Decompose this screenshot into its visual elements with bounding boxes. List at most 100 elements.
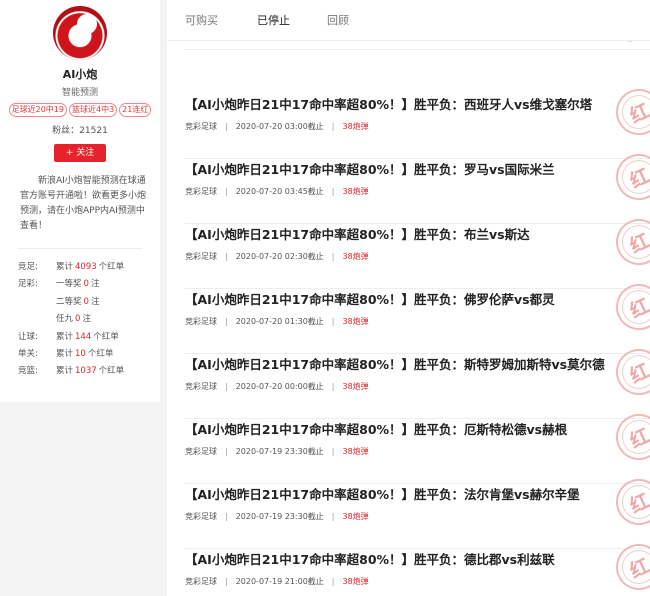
plan-deadline: 2020-07-20 03:45截止: [235, 187, 324, 196]
stat-row: 竞足: 累计 4093 个红单: [18, 259, 160, 276]
plan-meta: 竞彩足球|2020-07-20 03:00截止|38炮弹: [185, 122, 369, 131]
plan-meta: 竞彩足球 | 2020-07-20 02:30截止 | 38炮弹: [185, 252, 369, 261]
fans-label: 粉丝：: [52, 126, 80, 136]
plan-deadline: 2020-07-20 02:30截止: [235, 252, 324, 261]
fans-count: 粉丝：21521: [0, 123, 160, 136]
stamp-label: 红: [626, 294, 650, 323]
plan-price: 38炮弹: [342, 577, 369, 586]
plan-meta: 竞彩足球 | 2020-07-19 23:30截止 | 38炮弹: [185, 447, 369, 456]
tab-available[interactable]: 可购买: [185, 12, 218, 28]
profile-name: AI小炮: [62, 68, 98, 81]
stat-prefix: 累计: [56, 349, 74, 360]
plan-deadline: 2020-07-20 03:00截止: [235, 122, 324, 131]
profile-description: 新浪AI小炮智能预测在球通官方账号开通啦！欲看更多小炮预测，请在小炮APP内AI…: [20, 176, 147, 231]
stat-prefix: 任九: [56, 314, 74, 325]
plan-title[interactable]: 【AI小炮昨日21中17命中率超80%！】胜平负：斯特罗姆加斯特vs莫尔德: [185, 354, 605, 373]
stat-row: 任九 0 注: [18, 311, 160, 328]
plan-category: 竞彩足球: [185, 317, 217, 326]
stat-label: 单关:: [18, 349, 38, 360]
stat-suffix: 个红单: [98, 262, 125, 272]
plan-category: 竞彩足球: [185, 187, 217, 196]
tab-bar: 可购买 已停止 回顾: [167, 0, 650, 40]
plan-list-item[interactable]: 【AI小炮昨日21中17命中率超80%！】胜平负：佛罗伦萨vs都灵竞彩足球 | 20…: [167, 276, 650, 354]
plan-price: 38炮弹: [342, 382, 369, 391]
plan-title[interactable]: 【AI小炮昨日21中17命中率超80%！】胜平负：罗马vs国际米兰: [185, 159, 555, 178]
plan-list-item[interactable]: 【AI小炮昨日21中17命中率超80%！】胜平负：厄斯特松德vs赫根竞彩足球 | 2…: [167, 406, 650, 484]
stamp-label: 红: [626, 164, 650, 193]
plan-title[interactable]: 【AI小炮昨日21中17命中率超80%！】胜平负：法尔肯堡vs赫尔辛堡: [185, 484, 580, 503]
plan-list-item[interactable]: 【AI小炮昨日21中17命中率超80%！】胜平负：罗马vs国际米兰竞彩足球 | 20…: [167, 146, 650, 224]
stat-label: 竞篮:: [18, 366, 38, 377]
plan-list-item[interactable]: 【AI小炮昨日21中17命中率超80%！】胜平负：法尔肯堡vs赫尔辛堡竞彩足球 |…: [167, 471, 650, 549]
stat-value: 0: [83, 296, 89, 307]
profile-card: AI小炮 智能预测 足球近20中19 篮球近4中3 21连红 粉丝：21521 …: [0, 0, 160, 402]
plan-price: 38炮弹: [342, 447, 369, 456]
tab-review[interactable]: 回顾: [327, 12, 349, 28]
stat-suffix: 个红单: [87, 349, 114, 360]
stamp-label: 红: [626, 359, 650, 388]
stat-prefix: 累计: [56, 262, 74, 272]
stat-suffix: 注: [82, 314, 91, 325]
record-badge: 21连红: [119, 103, 152, 117]
stat-label: 足彩:: [18, 279, 38, 290]
record-badge: 足球近20中19: [8, 103, 67, 117]
plan-title[interactable]: 【AI小炮昨日21中17命中率超80%！】胜平负：德比郡vs利兹联: [185, 549, 555, 568]
hit-stamp-icon: 红: [608, 81, 650, 143]
stat-suffix: 个红单: [93, 331, 119, 342]
plan-list-item[interactable]: 【AI小炮昨日21中17命中率超80%！】胜平负：斯特罗姆加斯特vs莫尔德竞彩足…: [167, 341, 650, 419]
plan-category: 竞彩足球: [185, 252, 217, 261]
plan-category: 竞彩足球: [185, 577, 217, 586]
tab-stopped[interactable]: 已停止: [257, 12, 290, 28]
stamp-label: 红: [626, 554, 650, 583]
plan-meta: 竞彩足球 | 2020-07-20 03:45截止 | 38炮弹: [185, 187, 369, 196]
plan-title[interactable]: 【AI小炮昨日21中17命中率超80%！】胜平负：厄斯特松德vs赫根: [185, 419, 567, 438]
plan-meta: 竞彩足球 | 2020-07-20 00:00截止 | 38炮弹: [185, 382, 369, 391]
stamp-label: 红: [626, 99, 650, 128]
stat-label: 竞足:: [18, 262, 38, 272]
plan-list-item[interactable]: 【AI小炮昨日21中17命中率超80%！】胜平负：德比郡vs利兹联竞彩足球 | 20…: [167, 536, 650, 596]
stat-value: 144: [75, 331, 92, 342]
stat-suffix: 个红单: [98, 366, 125, 377]
plan-price: 38炮弹: [342, 512, 369, 521]
stat-value: 0: [83, 279, 89, 290]
plan-deadline: 2020-07-20 01:30截止: [235, 317, 324, 326]
plan-price: 38炮弹: [342, 122, 369, 131]
follow-button[interactable]: + 关注: [54, 144, 106, 162]
plan-list-panel: 竞彩足球|2020-07-20 03:00截止|38炮弹红【AI小炮昨日21中1…: [167, 0, 650, 596]
plan-meta: 竞彩足球 | 2020-07-20 01:30截止 | 38炮弹: [185, 317, 369, 326]
plan-title[interactable]: 【AI小炮昨日21中17命中率超80%！】胜平负：西班牙人vs维戈塞尔塔: [185, 94, 592, 113]
plan-title[interactable]: 【AI小炮昨日21中17命中率超80%！】胜平负：布兰vs斯达: [185, 224, 530, 243]
stamp-label: 红: [626, 229, 650, 258]
plan-deadline: 2020-07-19 21:00截止: [235, 577, 324, 586]
divider: [18, 248, 142, 249]
stamp-label: 红: [626, 489, 650, 518]
badge-row: 足球近20中19 篮球近4中3 21连红: [0, 103, 160, 117]
avatar[interactable]: [53, 6, 107, 60]
plan-meta: 竞彩足球 | 2020-07-19 21:00截止 | 38炮弹: [185, 577, 369, 586]
stat-prefix: 累计: [56, 331, 74, 342]
plan-list-item[interactable]: 【AI小炮昨日21中17命中率超80%！】胜平负：布兰vs斯达竞彩足球 | 2020…: [167, 211, 650, 289]
plan-price: 38炮弹: [342, 187, 369, 196]
record-badge: 篮球近4中3: [68, 103, 118, 117]
fans-value: 21521: [79, 126, 108, 136]
plan-meta: 竞彩足球 | 2020-07-19 23:30截止 | 38炮弹: [185, 512, 369, 521]
stamp-label: 红: [626, 424, 650, 453]
stat-label: 让球:: [18, 331, 38, 342]
stats-list: 竞足: 累计 4093 个红单 足彩: 一等奖 0 注二等奖 0 注任九 0 注让球: 累计 144 个红单…: [0, 259, 160, 381]
plan-deadline: 2020-07-20 00:00截止: [235, 382, 324, 391]
plan-list-item[interactable]: 【AI小炮昨日21中17命中率超80%！】胜平负：西班牙人vs维戈塞尔塔竞彩足球…: [167, 81, 650, 159]
plan-price: 38炮弹: [342, 317, 369, 326]
stat-suffix: 注: [90, 296, 100, 307]
tab-divider: [167, 40, 650, 41]
plan-category: 竞彩足球: [185, 382, 217, 391]
stat-value: 10: [75, 349, 86, 360]
stat-value: 0: [75, 314, 81, 325]
stat-value: 1037: [75, 366, 97, 377]
stat-prefix: 二等奖: [56, 296, 82, 307]
plan-deadline: 2020-07-19 23:30截止: [235, 512, 324, 521]
plan-title[interactable]: 【AI小炮昨日21中17命中率超80%！】胜平负：佛罗伦萨vs都灵: [185, 289, 555, 308]
stat-value: 4093: [75, 262, 97, 272]
plan-category: 竞彩足球: [185, 512, 217, 521]
stat-prefix: 一等奖: [56, 279, 82, 290]
plan-category: 竞彩足球: [185, 447, 217, 456]
